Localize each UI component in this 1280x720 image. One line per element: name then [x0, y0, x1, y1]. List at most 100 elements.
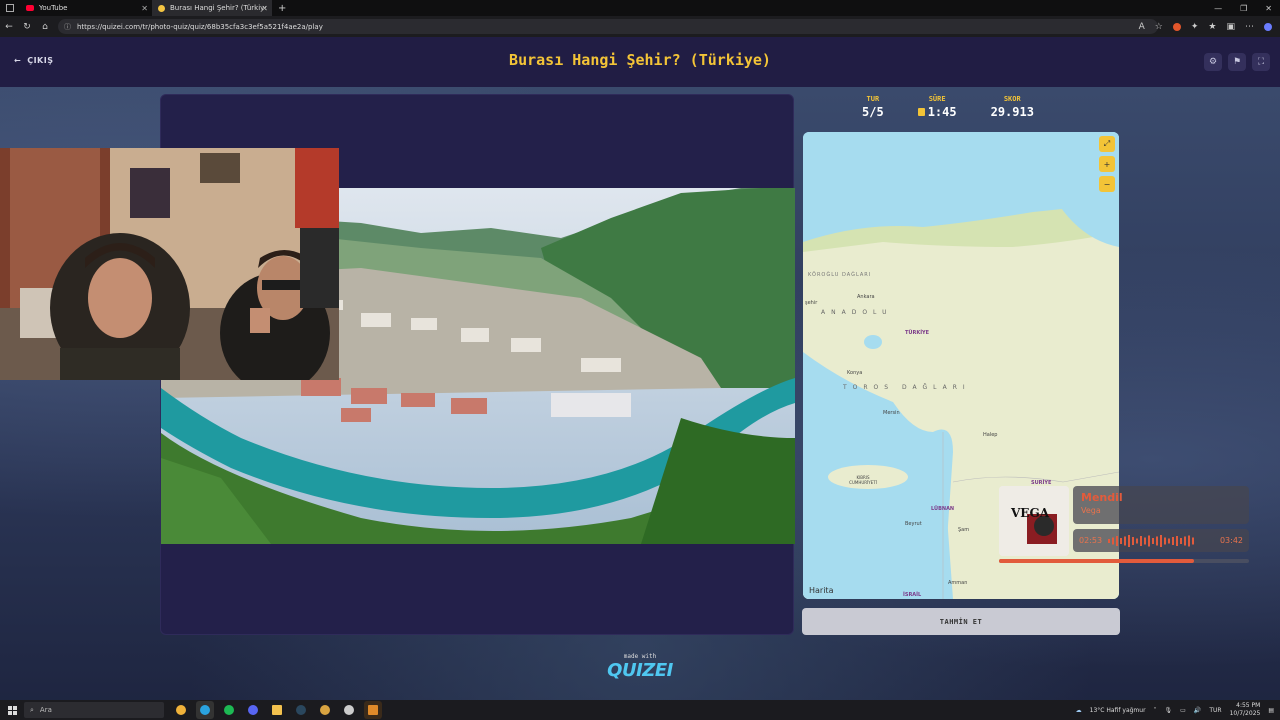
zoom-out-icon[interactable]: −	[1099, 176, 1115, 192]
browser-navbar: ← ↻ ⌂ ⓘ https://quizei.com/tr/photo-quiz…	[0, 16, 1280, 37]
tab-label: Burası Hangi Şehir? (Türkiye) - Q	[170, 4, 266, 12]
tab-youtube[interactable]: YouTube ✕	[20, 0, 152, 16]
close-tab-icon[interactable]: ✕	[261, 4, 268, 13]
site-info-icon[interactable]: ⓘ	[64, 22, 71, 32]
waveform-bar	[1144, 537, 1147, 544]
waveform-bar	[1112, 537, 1115, 544]
tab-label: YouTube	[39, 4, 68, 12]
fullscreen-icon[interactable]: ⛶	[1252, 53, 1270, 71]
time-value: 1:45	[927, 105, 957, 119]
album-cover: VEGA	[999, 486, 1069, 556]
favorite-star-icon[interactable]: ☆	[1155, 22, 1163, 32]
file-explorer-icon[interactable]	[268, 701, 286, 719]
album-title: VEGA	[1011, 506, 1050, 520]
favorites-icon[interactable]: ★	[1208, 22, 1216, 32]
map-label-koroglu: KÖROĞLU DAĞLARI	[808, 272, 872, 278]
guess-button[interactable]: TAHMİN ET	[802, 608, 1120, 635]
copilot-icon[interactable]	[1264, 22, 1272, 31]
map-attribution: Harita	[809, 586, 834, 595]
edge-app-icon[interactable]	[196, 701, 214, 719]
browser-tabbar: YouTube ✕ Burası Hangi Şehir? (Türkiye) …	[0, 0, 1280, 16]
score-stat: SKOR 29.913	[991, 95, 1034, 119]
taskbar-search[interactable]: ⌕ Ara	[24, 702, 164, 718]
quizei-icon	[158, 4, 165, 12]
zoom-in-icon[interactable]: +	[1099, 156, 1115, 172]
system-tray: ☁ 13°C Hafif yağmur ˄ 🎙 ▭ 🔊 TUR 4:55 PM …	[1076, 700, 1274, 720]
waveform-bar	[1192, 537, 1195, 544]
window-menu-icon[interactable]	[6, 4, 14, 12]
page-title: Burası Hangi Şehir? (Türkiye)	[509, 51, 771, 69]
volume-icon[interactable]: 🔊	[1194, 707, 1201, 714]
language-indicator[interactable]: TUR	[1209, 707, 1221, 714]
map-label-konya: Konya	[847, 370, 863, 376]
now-playing-widget: VEGA Mendil Vega 02:53 03:42	[999, 486, 1249, 566]
made-with-label: made with	[623, 653, 657, 660]
song-progress-bar[interactable]	[999, 559, 1249, 563]
player-bar: 02:53 03:42	[1073, 529, 1249, 552]
more-menu-icon[interactable]: ⋯	[1245, 22, 1254, 32]
time-stat: SÜRE 1:45	[917, 95, 957, 119]
new-tab-icon[interactable]: +	[272, 3, 292, 14]
expand-map-icon[interactable]: ⤢	[1099, 136, 1115, 152]
waveform-bar	[1116, 535, 1119, 546]
app-icon[interactable]	[316, 701, 334, 719]
weather-text[interactable]: 13°C Hafif yağmur	[1090, 707, 1146, 714]
waveform[interactable]	[1108, 534, 1214, 547]
waveform-bar	[1120, 537, 1123, 544]
waveform-bar	[1160, 534, 1163, 547]
address-bar[interactable]: ⓘ https://quizei.com/tr/photo-quiz/quiz/…	[58, 19, 1158, 34]
map-label-amman: Amman	[948, 580, 968, 586]
steam-app-icon[interactable]	[292, 701, 310, 719]
windows-logo-icon	[7, 705, 17, 715]
collections-icon[interactable]: ▣	[1226, 22, 1235, 32]
report-flag-icon[interactable]: ⚑	[1228, 53, 1246, 71]
waveform-bar	[1124, 536, 1127, 545]
chevron-up-icon[interactable]: ˄	[1154, 707, 1157, 714]
chrome-app-icon[interactable]	[340, 701, 358, 719]
hourglass-icon	[917, 108, 925, 116]
microphone-icon[interactable]: 🎙	[1165, 707, 1173, 714]
maximize-icon[interactable]: ❐	[1240, 4, 1247, 13]
score-value: 29.913	[990, 105, 1034, 119]
home-icon[interactable]: ⌂	[36, 22, 54, 32]
waveform-bar	[1184, 536, 1187, 545]
waveform-bar	[1128, 534, 1131, 547]
close-tab-icon[interactable]: ✕	[141, 4, 148, 13]
reload-icon[interactable]: ↻	[18, 22, 36, 32]
clock[interactable]: 4:55 PM 10/7/2025	[1230, 702, 1261, 718]
extension-icon[interactable]	[1172, 22, 1181, 31]
minimize-icon[interactable]: —	[1214, 4, 1222, 13]
taskbar-apps	[172, 701, 382, 719]
map-label-mersin: Mersin	[883, 410, 900, 416]
map-label-sehir: şehir	[805, 300, 818, 306]
copilot-app-icon[interactable]	[172, 701, 190, 719]
tab-quiz[interactable]: Burası Hangi Şehir? (Türkiye) - Q ✕	[152, 0, 272, 16]
waveform-bar	[1140, 535, 1143, 546]
extensions-puzzle-icon[interactable]: ✦	[1191, 22, 1199, 32]
obs-app-icon[interactable]	[364, 701, 382, 719]
start-button[interactable]	[0, 705, 24, 715]
round-stats: TUR 5/5 SÜRE 1:45 SKOR 29.913	[862, 95, 1034, 119]
total-duration: 03:42	[1219, 536, 1243, 545]
discord-app-icon[interactable]	[244, 701, 262, 719]
webcam-feed-image	[0, 148, 339, 380]
round-stat: TUR 5/5	[862, 95, 884, 119]
youtube-icon	[26, 5, 34, 11]
close-window-icon[interactable]: ✕	[1265, 4, 1272, 13]
waveform-bar	[1168, 538, 1171, 543]
song-progress-fill	[999, 559, 1194, 563]
window-controls: — ❐ ✕	[1214, 0, 1272, 16]
time-label: SÜRE	[928, 95, 946, 103]
settings-gear-icon[interactable]: ⚙	[1204, 53, 1222, 71]
waveform-bar	[1164, 537, 1167, 544]
read-aloud-icon[interactable]: A	[1139, 22, 1145, 32]
waveform-bars	[1108, 534, 1195, 547]
spotify-app-icon[interactable]	[220, 701, 238, 719]
quizei-logo[interactable]: QUIZEI	[0, 660, 1280, 681]
notifications-icon[interactable]: ▤	[1268, 707, 1274, 714]
network-icon[interactable]: ▭	[1180, 707, 1186, 714]
time-value-row: 1:45	[917, 105, 957, 119]
waveform-bar	[1148, 535, 1151, 546]
back-icon[interactable]: ←	[0, 22, 18, 32]
waveform-bar	[1156, 536, 1159, 545]
